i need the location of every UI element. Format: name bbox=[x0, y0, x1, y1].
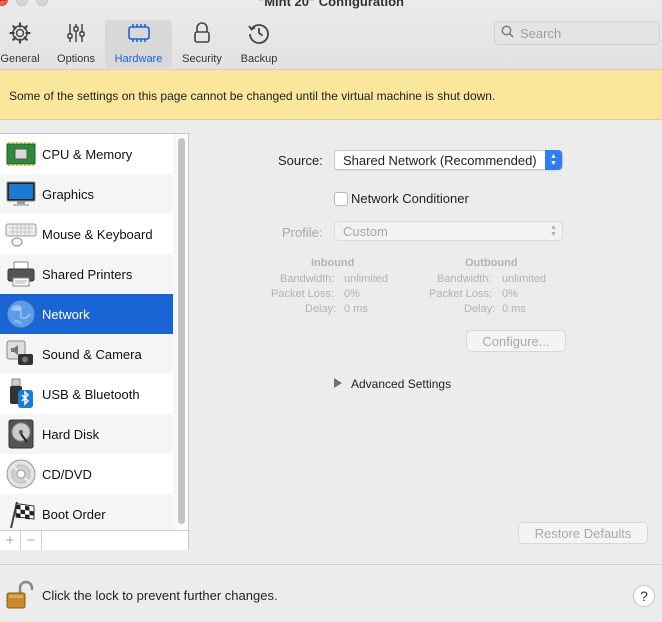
sidebar-scrollbar-thumb[interactable] bbox=[178, 138, 185, 524]
sidebar-item-sound-camera[interactable]: Sound & Camera bbox=[0, 334, 173, 374]
sidebar-item-cd-dvd[interactable]: CD/DVD bbox=[0, 454, 173, 494]
network-conditioner-checkbox[interactable] bbox=[334, 192, 348, 206]
sidebar-item-cpu-memory[interactable]: CPU & Memory bbox=[0, 134, 173, 174]
unlocked-padlock-icon[interactable] bbox=[6, 580, 34, 613]
hardware-list: CPU & Memory Graphics Mouse & Keyboard S… bbox=[0, 134, 173, 530]
tab-hardware[interactable]: Hardware bbox=[105, 20, 172, 68]
globe-icon bbox=[0, 294, 42, 334]
help-button[interactable]: ? bbox=[633, 585, 655, 607]
tab-general-label: General bbox=[0, 53, 40, 65]
tab-backup[interactable]: Backup bbox=[233, 20, 285, 68]
sidebar-item-network[interactable]: Network bbox=[0, 294, 173, 334]
lock-icon bbox=[176, 20, 228, 46]
profile-select-value: Custom bbox=[343, 224, 388, 239]
lock-status-text: Click the lock to prevent further change… bbox=[42, 588, 278, 603]
sidebar-item-hard-disk[interactable]: Hard Disk bbox=[0, 414, 173, 454]
sidebar-item-boot-order[interactable]: Boot Order bbox=[0, 494, 173, 530]
search-icon bbox=[501, 25, 514, 41]
search-field[interactable] bbox=[494, 21, 660, 45]
inbound-delay-label: Delay: bbox=[305, 303, 337, 315]
inbound-delay-value: 0 ms bbox=[344, 303, 368, 315]
outbound-header: Outbound bbox=[465, 257, 518, 269]
add-device-button[interactable]: + bbox=[0, 531, 21, 550]
sidebar-scrollbar[interactable] bbox=[174, 134, 188, 530]
gear-icon bbox=[0, 20, 56, 46]
outbound-delay-value: 0 ms bbox=[502, 303, 526, 315]
shutdown-warning-banner: Some of the settings on this page cannot… bbox=[0, 70, 662, 120]
hardware-sidebar: CPU & Memory Graphics Mouse & Keyboard S… bbox=[0, 133, 189, 550]
outbound-bandwidth-label: Bandwidth: bbox=[437, 273, 492, 285]
disclosure-triangle-icon[interactable] bbox=[334, 378, 342, 388]
sidebar-item-graphics[interactable]: Graphics bbox=[0, 174, 173, 214]
restore-defaults-button[interactable]: Restore Defaults bbox=[518, 522, 648, 544]
source-label: Source: bbox=[278, 153, 323, 168]
sliders-icon bbox=[50, 20, 102, 46]
keyboard-mouse-icon bbox=[0, 214, 42, 254]
clock-history-icon bbox=[233, 20, 285, 46]
tab-security[interactable]: Security bbox=[176, 20, 228, 68]
sidebar-add-remove-bar: + − bbox=[0, 530, 188, 550]
sidebar-item-label: USB & Bluetooth bbox=[42, 386, 140, 402]
sidebar-item-mouse-keyboard[interactable]: Mouse & Keyboard bbox=[0, 214, 173, 254]
sidebar-item-label: Sound & Camera bbox=[42, 346, 142, 362]
chevron-up-down-icon: ▲ ▼ bbox=[545, 150, 562, 170]
profile-label: Profile: bbox=[282, 225, 323, 240]
window-title: "Mint 20" Configuration bbox=[258, 0, 404, 9]
outbound-delay-label: Delay: bbox=[464, 303, 496, 315]
cd-dvd-icon bbox=[0, 454, 42, 494]
configure-button[interactable]: Configure... bbox=[466, 330, 566, 352]
sidebar-item-label: Shared Printers bbox=[42, 266, 133, 282]
checkered-flag-icon bbox=[0, 494, 42, 530]
outbound-packet-loss-value: 0% bbox=[502, 288, 518, 300]
tab-backup-label: Backup bbox=[240, 53, 278, 65]
sidebar-item-label: Boot Order bbox=[42, 506, 106, 522]
speaker-camera-icon bbox=[0, 334, 42, 374]
remove-device-button[interactable]: − bbox=[21, 531, 42, 550]
sidebar-item-label: Mouse & Keyboard bbox=[42, 226, 153, 242]
inbound-bandwidth-value: unlimited bbox=[344, 273, 389, 285]
monitor-icon bbox=[0, 174, 42, 214]
network-conditioner-label: Network Conditioner bbox=[351, 191, 469, 206]
tab-options-label: Options bbox=[57, 53, 95, 65]
hard-disk-icon bbox=[0, 414, 42, 454]
sidebar-item-usb-bluetooth[interactable]: USB & Bluetooth bbox=[0, 374, 173, 414]
outbound-packet-loss-label: Packet Loss: bbox=[429, 288, 492, 300]
inbound-header: Inbound bbox=[311, 257, 355, 269]
toolbar: ✕ "Mint 20" Configuration General Option… bbox=[0, 0, 662, 70]
inbound-packet-loss-label: Packet Loss: bbox=[271, 288, 334, 300]
sidebar-item-label: CPU & Memory bbox=[42, 146, 133, 162]
usb-bluetooth-icon bbox=[0, 374, 42, 414]
cpu-memory-icon bbox=[0, 134, 42, 174]
sidebar-item-shared-printers[interactable]: Shared Printers bbox=[0, 254, 173, 294]
footer-divider bbox=[0, 564, 662, 565]
outbound-bandwidth-value: unlimited bbox=[502, 273, 547, 285]
inbound-packet-loss-value: 0% bbox=[344, 288, 360, 300]
source-select-value: Shared Network (Recommended) bbox=[343, 153, 537, 168]
sidebar-item-label: Network bbox=[42, 306, 90, 322]
printer-icon bbox=[0, 254, 42, 294]
chip-icon bbox=[105, 20, 172, 46]
sidebar-item-label: Graphics bbox=[42, 186, 95, 202]
tab-options[interactable]: Options bbox=[50, 20, 102, 68]
tab-security-label: Security bbox=[182, 53, 222, 65]
tab-general[interactable]: General bbox=[0, 20, 56, 68]
profile-select[interactable]: Custom ▲ ▼ bbox=[334, 221, 563, 241]
advanced-settings-toggle[interactable]: Advanced Settings bbox=[351, 377, 451, 391]
chevron-up-down-icon: ▲ ▼ bbox=[550, 224, 557, 238]
inbound-bandwidth-label: Bandwidth: bbox=[280, 273, 335, 285]
tab-hardware-label: Hardware bbox=[114, 53, 163, 65]
search-input[interactable] bbox=[520, 25, 650, 41]
sidebar-item-label: Hard Disk bbox=[42, 426, 100, 442]
source-select[interactable]: Shared Network (Recommended) ▲ ▼ bbox=[334, 150, 563, 170]
sidebar-item-label: CD/DVD bbox=[42, 466, 92, 482]
